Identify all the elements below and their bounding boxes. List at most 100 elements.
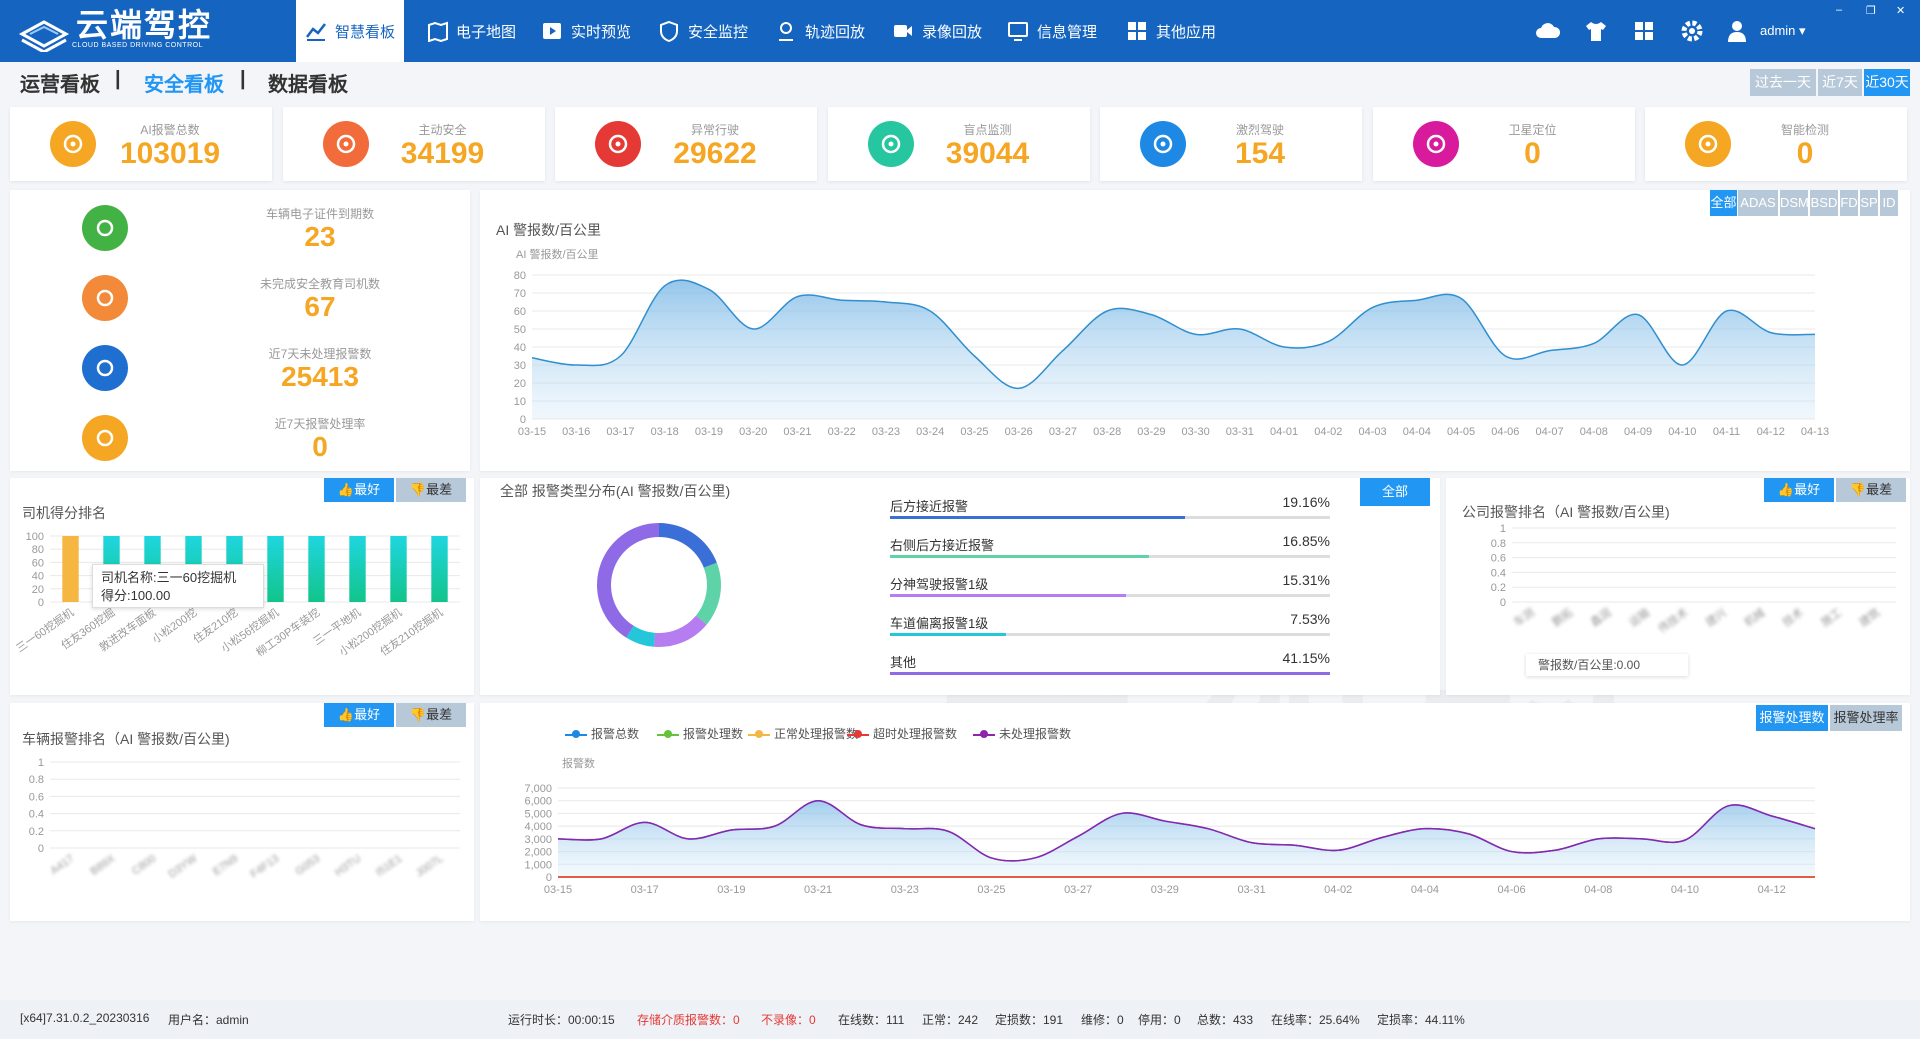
x-tick-label: 04-08 xyxy=(1584,884,1612,896)
layout-icon[interactable] xyxy=(1630,17,1658,45)
donut-slice[interactable] xyxy=(597,523,659,638)
alarm-type-row: 后方接近报警 19.16% xyxy=(890,492,1330,522)
shirt-icon[interactable] xyxy=(1582,17,1610,45)
nav-item-6[interactable]: 信息管理 xyxy=(996,0,1108,62)
driver-bar[interactable] xyxy=(62,536,79,602)
stat-card: 激烈驾驶 154 xyxy=(1100,107,1362,181)
x-tick-label: E7N9 xyxy=(211,853,240,879)
stat-label: 智能检测 xyxy=(1780,123,1829,137)
location-pin-icon xyxy=(1412,121,1459,167)
alarm-type-bar xyxy=(890,672,1330,675)
x-tick-label: A417 xyxy=(48,853,76,878)
y-tick-label: 80 xyxy=(32,544,44,556)
user-menu[interactable]: admin ▾ xyxy=(1760,23,1806,39)
x-tick-label: F4F13 xyxy=(248,853,281,881)
alarm-type-percent: 41.15% xyxy=(1282,650,1330,666)
x-tick-label: 04-12 xyxy=(1758,884,1786,896)
donut-slice[interactable] xyxy=(653,615,707,647)
y-tick-label: 0.4 xyxy=(1491,567,1506,579)
driver-bar[interactable] xyxy=(267,536,284,602)
alarm-type-name: 其他 xyxy=(890,655,917,670)
x-tick-label: 03-23 xyxy=(891,884,919,896)
ai-icon xyxy=(1685,121,1731,167)
monitor-icon xyxy=(1007,20,1029,42)
alarm-type-row: 其他 41.15% xyxy=(890,648,1330,678)
y-tick-label: 0 xyxy=(546,872,552,884)
nav-item-label: 安全监控 xyxy=(687,23,748,41)
y-tick-label: 0.4 xyxy=(29,809,44,821)
range-30-days[interactable]: 近30天 xyxy=(1864,69,1910,96)
nav-item-5[interactable]: 录像回放 xyxy=(884,0,990,62)
minimize-button[interactable]: – xyxy=(1836,4,1842,16)
x-tick-label: 鹏拓 xyxy=(1549,605,1575,629)
x-tick-label: B89X xyxy=(88,852,117,878)
video-icon xyxy=(892,20,914,42)
x-tick-label: 03-26 xyxy=(1005,426,1033,438)
x-tick-label: 04-09 xyxy=(1624,426,1652,438)
x-tick-label: H3TU xyxy=(333,853,363,879)
nav-item-2[interactable]: 实时预览 xyxy=(532,0,640,62)
range-past-day[interactable]: 过去一天 xyxy=(1750,69,1816,96)
logo-icon xyxy=(18,20,70,52)
restore-button[interactable]: ❐ xyxy=(1866,4,1876,17)
stat-label: 激烈驾驶 xyxy=(1235,123,1284,137)
x-tick-label: 04-06 xyxy=(1498,884,1526,896)
nav-item-3[interactable]: 安全监控 xyxy=(650,0,756,62)
x-tick-label: 03-31 xyxy=(1237,884,1265,896)
x-tick-label: 03-27 xyxy=(1049,426,1077,438)
x-tick-label: 03-29 xyxy=(1151,884,1179,896)
x-tick-label: 03-17 xyxy=(606,426,634,438)
nav-item-4[interactable]: 轨迹回放 xyxy=(764,0,876,62)
all-button[interactable]: 全部 xyxy=(1360,478,1430,506)
tab-data[interactable]: 数据看板 xyxy=(268,68,348,97)
x-tick-label: 04-04 xyxy=(1403,426,1431,438)
user-icon xyxy=(1728,21,1746,42)
y-axis-label: AI 警报数/百公里 xyxy=(516,247,599,261)
stat-card: 盲点监测 39044 xyxy=(827,107,1090,181)
y-tick-label: 40 xyxy=(514,342,526,354)
x-tick-label: 04-04 xyxy=(1411,884,1439,896)
tab-safety[interactable]: 安全看板 xyxy=(144,68,224,97)
donut-slice[interactable] xyxy=(695,562,721,625)
alarm-type-percent: 15.31% xyxy=(1282,572,1330,588)
company-rank-panel: 公司报警排名（AI 警报数/百公里) 👍最好 👎最差 0 0.2 0.4 0.6 0.8… xyxy=(1446,478,1910,695)
top-navigation-bar: 云端驾控 CLOUD BASED DRIVING CONTROL 智慧看板 电子地… xyxy=(0,0,1920,62)
nav-item-0[interactable]: 智慧看板 xyxy=(296,0,404,62)
driver-bar[interactable] xyxy=(431,536,448,602)
metric-label: 近7天未处理报警数 xyxy=(268,347,372,361)
x-tick-label: 车测 xyxy=(1511,605,1537,629)
gear-icon[interactable] xyxy=(1678,17,1706,45)
stat-label: AI报警总数 xyxy=(140,123,200,137)
x-tick-label: 03-19 xyxy=(695,426,723,438)
nav-item-7[interactable]: 其他应用 xyxy=(1118,0,1224,62)
range-7-days[interactable]: 近7天 xyxy=(1818,69,1862,96)
tab-operations[interactable]: 运营看板 xyxy=(20,68,100,97)
donut-slice[interactable] xyxy=(659,523,717,568)
alarm-type-percent: 7.53% xyxy=(1290,611,1330,627)
close-button[interactable]: ✕ xyxy=(1896,4,1905,17)
stat-value: 29622 xyxy=(673,137,757,170)
y-tick-label: 20 xyxy=(514,378,526,390)
cloud-icon[interactable] xyxy=(1534,17,1562,45)
x-tick-label: 鑫润 xyxy=(1588,605,1614,629)
bell-icon xyxy=(50,121,96,167)
x-tick-label: 04-03 xyxy=(1359,426,1387,438)
user-icon xyxy=(82,275,128,321)
status-item: 存储介质报警数：0 xyxy=(637,1013,740,1027)
ai-alarm-panel: AI 警报数/百公里 全部 ADAS DSM BSD FD SP ID AI 警报数/百公里… xyxy=(480,190,1910,471)
driver-bar[interactable] xyxy=(308,536,325,602)
nav-item-1[interactable]: 电子地图 xyxy=(418,0,524,62)
x-tick-label: 03-19 xyxy=(717,884,745,896)
status-item: 正常：242 xyxy=(922,1013,979,1027)
stat-card: AI报警总数 103019 xyxy=(10,107,272,181)
status-item: 运行时长：00:00:15 xyxy=(508,1013,615,1027)
y-tick-label: 0.8 xyxy=(1491,538,1506,550)
x-tick-label: 03-21 xyxy=(804,884,832,896)
metrics-panel: 车辆电子证件到期数 23 未完成安全教育司机数 67 近7天未处理报警数 25413 近7天… xyxy=(10,190,470,471)
driver-bar[interactable] xyxy=(390,536,407,602)
x-tick-label: 03-17 xyxy=(631,884,659,896)
x-tick-label: 03-20 xyxy=(739,426,767,438)
driver-bar[interactable] xyxy=(349,536,366,602)
x-tick-label: 03-22 xyxy=(828,426,856,438)
y-tick-label: 100 xyxy=(26,531,44,543)
